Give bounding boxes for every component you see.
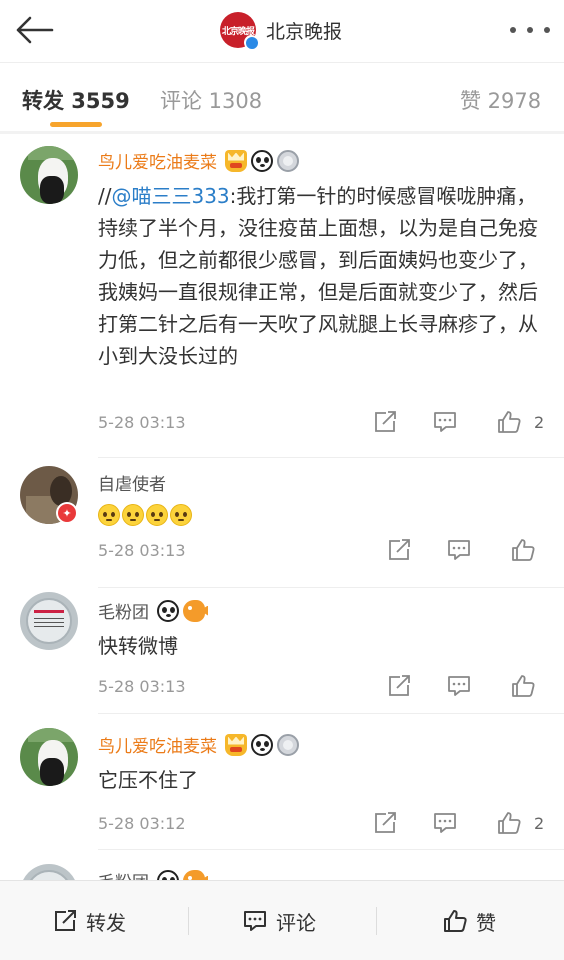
- tab-like[interactable]: 赞 2978: [460, 85, 541, 115]
- crown-badge-icon[interactable]: [225, 149, 247, 172]
- panda-badge-icon[interactable]: [251, 149, 273, 172]
- like-icon: [444, 910, 467, 932]
- tab-comment[interactable]: 评论 1308: [160, 85, 262, 115]
- comment-icon[interactable]: [432, 408, 458, 436]
- timestamp: 5-28 03:13: [98, 413, 186, 432]
- avatar[interactable]: [20, 592, 78, 650]
- repost-text: //@喵三三333:我打第一针的时候感冒喉咙肿痛，持续了半个月，没往疫苗上面想，…: [98, 180, 550, 372]
- mention-link[interactable]: @喵三三333: [111, 184, 229, 208]
- tab-repost[interactable]: 转发 3559: [22, 85, 130, 115]
- top-bar: 北京晚报 北京晚报: [0, 0, 564, 62]
- like-icon[interactable]: [496, 810, 522, 836]
- emoji-row: [98, 500, 550, 526]
- share-icon[interactable]: [372, 809, 398, 837]
- share-icon: [55, 910, 76, 931]
- like-count: 2: [534, 813, 545, 833]
- repost-item: ✦ 自虐使者 5-28 03:13: [0, 458, 564, 588]
- share-icon[interactable]: [386, 672, 412, 700]
- username-text[interactable]: 自虐使者: [98, 470, 166, 495]
- emoji-icon: [146, 504, 168, 526]
- username-text[interactable]: 毛粉团: [98, 598, 149, 623]
- medal-badge-icon[interactable]: [277, 733, 299, 756]
- fish-badge-icon[interactable]: [183, 869, 205, 880]
- account-name[interactable]: 北京晚报: [266, 17, 342, 44]
- username[interactable]: 鸟儿爱吃油麦菜: [98, 148, 299, 173]
- like-button[interactable]: 2: [496, 809, 544, 837]
- avatar[interactable]: [20, 864, 78, 880]
- timestamp: 5-28 03:13: [98, 541, 186, 560]
- avatar[interactable]: [20, 146, 78, 204]
- vip-badge-icon: ✦: [56, 502, 78, 524]
- emoji-icon: [170, 504, 192, 526]
- repost-text: [98, 500, 550, 526]
- verified-icon: [244, 35, 259, 50]
- panda-badge-icon[interactable]: [157, 599, 179, 622]
- timestamp: 5-28 03:12: [98, 814, 186, 833]
- repost-item: 鸟儿爱吃油麦菜 它压不住了 5-28 03:12 2: [0, 714, 564, 850]
- account-avatar[interactable]: 北京晚报: [220, 12, 259, 50]
- like-icon[interactable]: [510, 536, 536, 564]
- like-button[interactable]: 2: [496, 408, 544, 436]
- username-text[interactable]: 鸟儿爱吃油麦菜: [98, 148, 217, 173]
- divider: [376, 907, 377, 935]
- comment-icon[interactable]: [446, 536, 472, 564]
- avatar[interactable]: [20, 728, 78, 786]
- back-arrow-icon[interactable]: [14, 12, 54, 48]
- username[interactable]: 自虐使者: [98, 470, 166, 495]
- tab-active-indicator: [50, 122, 102, 127]
- tab-bar: 转发 3559 评论 1308 赞 2978: [0, 63, 564, 131]
- repost-button[interactable]: 转发: [52, 881, 126, 960]
- username[interactable]: 鸟儿爱吃油麦菜: [98, 732, 299, 757]
- share-icon[interactable]: [372, 408, 398, 436]
- like-icon[interactable]: [496, 409, 522, 435]
- share-icon[interactable]: [386, 536, 412, 564]
- like-count: 2: [534, 412, 545, 432]
- like-icon[interactable]: [510, 672, 536, 700]
- repost-body: :我打第一针的时候感冒喉咙肿痛，持续了半个月，没往疫苗上面想，以为是自己免疫力低…: [98, 184, 538, 368]
- repost-item: 毛粉团: [0, 850, 564, 880]
- repost-text: 快转微博: [98, 634, 178, 658]
- username[interactable]: 毛粉团: [98, 598, 205, 623]
- like-button[interactable]: 赞: [442, 881, 496, 960]
- repost-prefix: //: [98, 184, 112, 208]
- panda-badge-icon[interactable]: [251, 733, 273, 756]
- comment-icon[interactable]: [446, 672, 472, 700]
- more-icon[interactable]: [510, 18, 550, 42]
- account-header[interactable]: 北京晚报 北京晚报: [220, 12, 342, 50]
- fish-badge-icon[interactable]: [183, 599, 205, 622]
- bottom-action-bar: 转发 评论 赞: [0, 880, 564, 960]
- repost-label: 转发: [86, 910, 126, 935]
- like-label: 赞: [476, 910, 496, 935]
- emoji-icon: [98, 504, 120, 526]
- comment-icon: [244, 911, 266, 931]
- username-text[interactable]: 鸟儿爱吃油麦菜: [98, 732, 217, 757]
- repost-item: 毛粉团 快转微博 5-28 03:13: [0, 588, 564, 714]
- panda-badge-icon[interactable]: [157, 869, 179, 880]
- timestamp: 5-28 03:13: [98, 677, 186, 696]
- divider: [188, 907, 189, 935]
- username[interactable]: 毛粉团: [98, 868, 205, 880]
- comment-label: 评论: [276, 910, 316, 935]
- emoji-icon: [122, 504, 144, 526]
- repost-text: 它压不住了: [98, 768, 198, 792]
- comment-icon[interactable]: [432, 809, 458, 837]
- medal-badge-icon[interactable]: [277, 149, 299, 172]
- repost-item: 鸟儿爱吃油麦菜 //@喵三三333:我打第一针的时候感冒喉咙肿痛，持续了半个月，…: [0, 134, 564, 458]
- comment-button[interactable]: 评论: [242, 881, 316, 960]
- crown-badge-icon[interactable]: [225, 733, 247, 756]
- username-text[interactable]: 毛粉团: [98, 868, 149, 880]
